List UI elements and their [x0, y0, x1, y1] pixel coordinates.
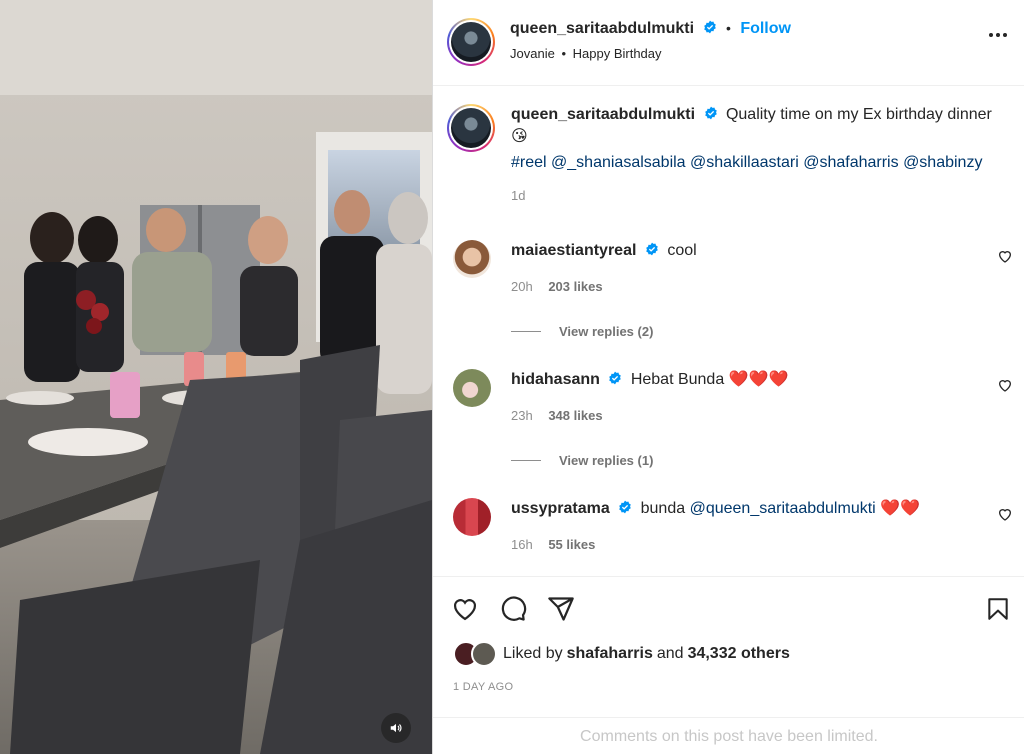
- heart-icon[interactable]: [451, 595, 479, 623]
- heart-emojis: ❤️❤️: [880, 500, 921, 517]
- mention-link[interactable]: @shafaharris: [803, 154, 898, 171]
- comments-limited-notice: Comments on this post have been limited.: [433, 717, 1024, 754]
- view-replies-button[interactable]: View replies (2): [511, 324, 653, 339]
- share-icon[interactable]: [547, 595, 575, 623]
- video-frame: [0, 0, 432, 754]
- instagram-post-modal: queen_saritaabdulmukti • Follow Jovanie …: [0, 0, 1024, 754]
- verified-badge-icon: [704, 106, 717, 120]
- follow-button[interactable]: Follow: [740, 20, 791, 37]
- comment-timestamp[interactable]: 16h: [511, 537, 533, 552]
- author-username[interactable]: queen_saritaabdulmukti: [510, 20, 694, 37]
- action-bar: [451, 595, 575, 623]
- comment-like-heart-icon[interactable]: [997, 248, 1013, 264]
- commenter-avatar[interactable]: [453, 498, 491, 536]
- speaker-icon: [390, 723, 402, 733]
- view-replies-label: View replies (2): [559, 324, 654, 339]
- audio-info[interactable]: Jovanie • Happy Birthday: [510, 46, 662, 61]
- hashtag-link[interactable]: #reel: [511, 154, 547, 171]
- verified-badge-icon: [609, 371, 622, 385]
- bookmark-icon[interactable]: [985, 595, 1011, 623]
- mute-button[interactable]: [381, 713, 411, 743]
- post-header: queen_saritaabdulmukti • Follow Jovanie …: [433, 0, 1024, 86]
- mention-link[interactable]: @_shaniasalsabila: [551, 154, 686, 171]
- post-actions-section: Liked by shafaharris and 34,332 others 1…: [433, 576, 1024, 754]
- verified-badge-icon: [703, 20, 716, 34]
- comment-timestamp[interactable]: 20h: [511, 279, 533, 294]
- liked-by-prefix: Liked by: [503, 645, 563, 662]
- comment-like-count[interactable]: 203 likes: [548, 279, 602, 294]
- commenter-avatar[interactable]: [453, 369, 491, 407]
- comment-icon[interactable]: [499, 595, 527, 623]
- mention-link[interactable]: @queen_saritaabdulmukti: [690, 500, 876, 517]
- commenter-avatar[interactable]: [453, 240, 491, 278]
- author-avatar[interactable]: [447, 18, 495, 66]
- mention-link[interactable]: @shabinzy: [903, 154, 982, 171]
- post-date[interactable]: 1 DAY AGO: [453, 681, 513, 693]
- comment-like-heart-icon[interactable]: [997, 377, 1013, 393]
- comment-like-count[interactable]: 55 likes: [548, 537, 595, 552]
- audio-title: Happy Birthday: [572, 46, 662, 61]
- commenter-username[interactable]: hidahasann: [511, 371, 600, 388]
- comment-text: Hebat Bunda: [630, 371, 725, 388]
- comment-text: cool: [667, 242, 697, 259]
- liked-by-and: and: [656, 645, 684, 662]
- verified-badge-icon: [646, 242, 658, 256]
- separator-dot: •: [725, 20, 731, 36]
- post-caption: queen_saritaabdulmukti Quality time on m…: [447, 104, 1007, 203]
- verified-badge-icon: [619, 500, 631, 514]
- mention-link[interactable]: @shakillaastari: [690, 154, 799, 171]
- caption-timestamp[interactable]: 1d: [511, 188, 1007, 203]
- commenter-username[interactable]: maiaestiantyreal: [511, 242, 636, 259]
- likes-summary: Liked by shafaharris and 34,332 others: [453, 641, 790, 667]
- comment-like-count[interactable]: 348 likes: [548, 408, 602, 423]
- caption-author-username[interactable]: queen_saritaabdulmukti: [511, 106, 695, 123]
- view-replies-button[interactable]: View replies (1): [511, 453, 653, 468]
- comment-like-heart-icon[interactable]: [997, 506, 1013, 522]
- heart-emojis: ❤️❤️❤️: [728, 371, 789, 388]
- comment-text: bunda: [640, 500, 686, 517]
- post-details-panel: queen_saritaabdulmukti • Follow Jovanie …: [432, 0, 1024, 754]
- likes-count-link[interactable]: 34,332 others: [688, 645, 790, 663]
- audio-separator: •: [561, 46, 566, 61]
- audio-artist: Jovanie: [510, 46, 555, 61]
- caption-emoji: 😘: [511, 128, 528, 145]
- view-replies-label: View replies (1): [559, 453, 654, 468]
- replies-divider-line: [511, 331, 541, 332]
- commenter-username[interactable]: ussypratama: [511, 500, 610, 517]
- caption-text: Quality time on my Ex birthday dinner: [725, 106, 992, 123]
- liker-avatar[interactable]: [471, 641, 497, 667]
- more-options-icon[interactable]: [989, 33, 1007, 37]
- post-video[interactable]: [0, 0, 432, 754]
- replies-divider-line: [511, 460, 541, 461]
- liked-by-user[interactable]: shafaharris: [567, 645, 653, 663]
- comment-timestamp[interactable]: 23h: [511, 408, 533, 423]
- liker-avatars: [453, 641, 499, 667]
